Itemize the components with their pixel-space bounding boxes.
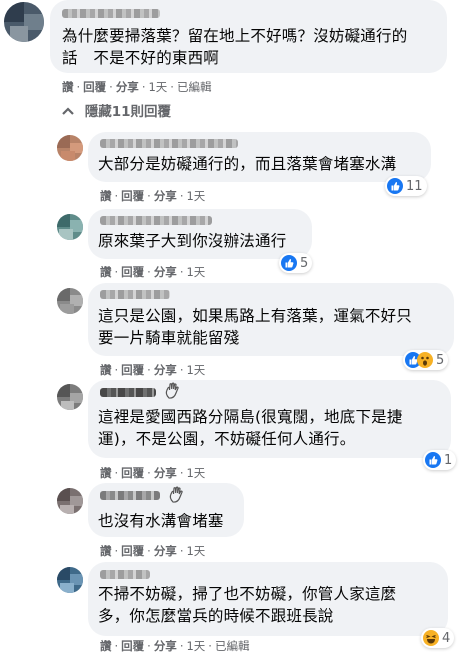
reply-bubble: 這裡是愛國西路分隔島(很寬闊，地底下是捷 運)，不是公園，不妨礙任何人通行。 (88, 380, 451, 458)
share-link[interactable]: 分享 (154, 188, 177, 204)
reply-bubble: 大部分是妨礙通行的，而且落葉會堵塞水溝 (88, 132, 431, 182)
reply-text: 這只是公園，如果馬路上有落葉，運氣不好只 要一片騎車就能留殘 (98, 307, 413, 347)
reply-link[interactable]: 回覆 (121, 638, 144, 654)
reply-actions: 讚 · 回覆 · 分享 · 1天 (100, 188, 206, 204)
share-link[interactable]: 分享 (154, 638, 177, 654)
chevron-up-icon (62, 104, 85, 120)
author-name[interactable] (62, 9, 160, 18)
reaction-count: 1 (444, 452, 453, 468)
like-link[interactable]: 讚 (100, 543, 112, 559)
like-link[interactable]: 讚 (100, 362, 112, 378)
timestamp[interactable]: 1天 (148, 79, 167, 95)
author-name[interactable] (100, 139, 238, 148)
like-link[interactable]: 讚 (100, 264, 112, 280)
share-link[interactable]: 分享 (116, 79, 139, 95)
author-name[interactable] (100, 388, 156, 397)
reaction-summary[interactable]: 5 (403, 350, 449, 370)
author-name[interactable] (100, 570, 150, 579)
reply-actions: 讚 · 回覆 · 分享 · 1天 (100, 465, 206, 481)
edited-label: 已編輯 (214, 639, 250, 653)
reply-link[interactable]: 回覆 (83, 79, 106, 95)
share-link[interactable]: 分享 (154, 362, 177, 378)
wow-reaction-icon (417, 352, 433, 368)
reply-link[interactable]: 回覆 (121, 543, 144, 559)
reply-actions: 讚 · 回覆 · 分享 · 1天 (100, 543, 206, 559)
like-link[interactable]: 讚 (100, 638, 112, 654)
timestamp[interactable]: 1天 (186, 638, 205, 654)
share-link[interactable]: 分享 (154, 465, 177, 481)
haha-reaction-icon (423, 630, 439, 646)
avatar[interactable] (57, 135, 83, 161)
avatar[interactable] (57, 567, 83, 593)
like-link[interactable]: 讚 (62, 79, 74, 95)
reply-link[interactable]: 回覆 (121, 362, 144, 378)
like-reaction-icon (425, 452, 441, 468)
timestamp[interactable]: 1天 (186, 362, 205, 378)
reply-bubble: 原來葉子大到你沒辦法通行 (88, 209, 312, 259)
like-reaction-icon (387, 178, 403, 194)
comment-actions: 讚 · 回覆 · 分享 · 1天 · 已編輯 (62, 79, 212, 95)
reaction-summary[interactable]: 4 (421, 628, 455, 648)
reply-link[interactable]: 回覆 (121, 264, 144, 280)
wave-hand-icon (164, 382, 180, 404)
reply-link[interactable]: 回覆 (121, 465, 144, 481)
reply-actions: 讚 · 回覆 · 分享 · 1天 · 已編輯 (100, 638, 250, 654)
like-link[interactable]: 讚 (100, 465, 112, 481)
reaction-count: 4 (442, 630, 451, 646)
avatar[interactable] (4, 2, 44, 42)
wave-hand-icon (168, 486, 184, 508)
author-name[interactable] (100, 216, 212, 225)
avatar[interactable] (57, 384, 83, 410)
reply-text: 大部分是妨礙通行的，而且落葉會堵塞水溝 (98, 155, 397, 173)
reaction-count: 5 (436, 352, 445, 368)
timestamp[interactable]: 1天 (186, 543, 205, 559)
like-reaction-icon (281, 255, 297, 271)
hide-replies-label: 隱藏11則回覆 (84, 104, 171, 120)
share-link[interactable]: 分享 (154, 264, 177, 280)
timestamp[interactable]: 1天 (186, 188, 205, 204)
reaction-summary[interactable]: 11 (385, 176, 427, 196)
comment-bubble: 為什麼要掃落葉？留在地上不好嗎？沒妨礙通行的 話 不是不好的東西啊 (50, 0, 447, 73)
reaction-summary[interactable]: 1 (423, 450, 457, 470)
avatar[interactable] (57, 488, 83, 514)
reply-actions: 讚 · 回覆 · 分享 · 1天 (100, 362, 206, 378)
timestamp[interactable]: 1天 (186, 465, 205, 481)
author-name[interactable] (100, 290, 170, 299)
avatar[interactable] (57, 288, 83, 314)
reaction-count: 11 (406, 178, 423, 194)
reply-text: 也沒有水溝會堵塞 (98, 512, 224, 530)
reaction-count: 5 (300, 255, 309, 271)
reply-bubble: 不掃不妨礙，掃了也不妨礙，你管人家這麼 多，你怎麼當兵的時候不跟班長說 (88, 562, 448, 636)
hide-replies-toggle[interactable]: 隱藏11則回覆 (62, 100, 171, 120)
reply-bubble: 也沒有水溝會堵塞 (88, 483, 244, 537)
comment-text: 為什麼要掃落葉？留在地上不好嗎？沒妨礙通行的 話 不是不好的東西啊 (62, 27, 408, 67)
like-link[interactable]: 讚 (100, 188, 112, 204)
reply-link[interactable]: 回覆 (121, 188, 144, 204)
timestamp[interactable]: 1天 (186, 264, 205, 280)
reply-actions: 讚 · 回覆 · 分享 · 1天 (100, 264, 206, 280)
reply-bubble: 這只是公園，如果馬路上有落葉，運氣不好只 要一片騎車就能留殘 (88, 283, 454, 356)
author-name[interactable] (100, 491, 160, 500)
share-link[interactable]: 分享 (154, 543, 177, 559)
reply-text: 不掃不妨礙，掃了也不妨礙，你管人家這麼 多，你怎麼當兵的時候不跟班長說 (98, 585, 397, 625)
reply-text: 這裡是愛國西路分隔島(很寬闊，地底下是捷 運)，不是公園，不妨礙任何人通行。 (98, 408, 403, 448)
reply-text: 原來葉子大到你沒辦法通行 (98, 232, 287, 250)
reaction-summary[interactable]: 5 (279, 253, 313, 273)
edited-label: 已編輯 (176, 80, 212, 94)
avatar[interactable] (57, 214, 83, 240)
